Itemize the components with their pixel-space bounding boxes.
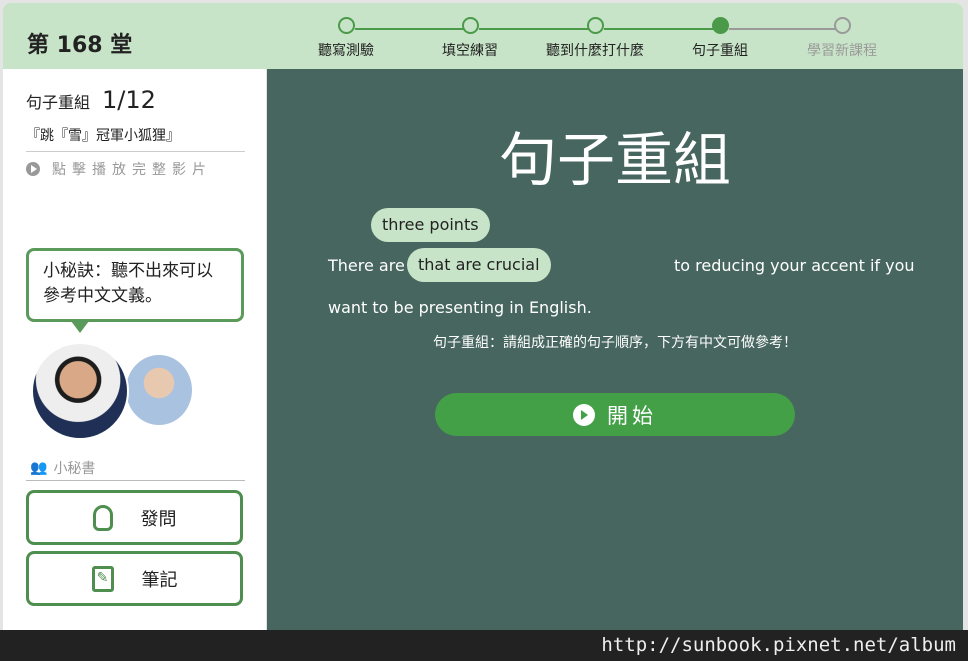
question-progress: 1/12 [102,86,156,114]
footer-bar: http://sunbook.pixnet.net/album [0,630,968,661]
section-name: 句子重組 [26,93,91,112]
step-dictation[interactable]: 聽寫測驗 [286,17,406,60]
step-label: 聽到什麼打什麼 [546,43,644,59]
step-label: 填空練習 [442,43,498,59]
step-dot [586,17,604,34]
assistant-label: 👥 小秘書 [30,458,95,478]
step-new-lesson[interactable]: 學習新課程 [782,17,902,60]
notes-button[interactable]: ✎ 筆記 [26,551,243,606]
lesson-number: 第 168 堂 [27,33,133,58]
ask-icon [92,504,113,531]
sentence-text: to reducing your accent if you [674,256,915,275]
notes-label: 筆記 [141,569,178,591]
note-edit-icon: ✎ [91,565,114,592]
start-button[interactable]: 開始 [435,393,795,436]
start-label: 開始 [607,403,657,428]
step-label: 句子重組 [692,43,748,59]
header: 第 168 堂 聽寫測驗 填空練習 聽到什麼打什麼 句子重組 學習新課程 [3,3,963,69]
play-icon [573,403,595,426]
step-dot [337,17,355,34]
people-icon: 👥 [30,460,48,476]
step-fill-blank[interactable]: 填空練習 [410,17,530,60]
word-chip[interactable]: three points [371,208,490,242]
video-title: 『跳『雪』冠軍小狐狸』 [26,128,180,144]
sidebar: 句子重組 1/12 『跳『雪』冠軍小狐狸』 點擊播放完整影片 小秘訣：聽不出來可… [3,69,266,630]
sentence-text: want to be presenting in English. [328,298,592,317]
step-label: 聽寫測驗 [318,43,374,59]
ask-button[interactable]: 發問 [26,490,243,545]
exercise-area: 句子重組 three points There are that are cru… [267,69,963,630]
step-dot [461,17,479,34]
ask-label: 發問 [140,508,177,530]
word-chip[interactable]: that are crucial [407,248,551,282]
avatar-teacher [31,342,129,440]
drop-slot[interactable] [545,248,665,282]
avatar-secondary [126,355,192,425]
play-full-video-link[interactable]: 點擊播放完整影片 [26,159,212,179]
tip-bubble: 小秘訣：聽不出來可以參考中文文義。 [26,248,244,322]
play-full-label: 點擊播放完整影片 [52,162,212,178]
sentence-text: There are [328,256,405,275]
step-dot [833,17,851,34]
assistant-text: 小秘書 [53,461,96,477]
step-dot [711,17,729,34]
instruction: 句子重組：請組成正確的句子順序，下方有中文可做參考！ [433,335,797,351]
watermark-url: http://sunbook.pixnet.net/album [601,634,956,656]
step-label: 學習新課程 [807,43,877,59]
play-icon [26,162,40,176]
step-sentence-reorder[interactable]: 句子重組 [660,17,780,60]
step-type-what-you-hear[interactable]: 聽到什麼打什麼 [535,17,655,60]
exercise-title: 句子重組 [498,126,731,194]
